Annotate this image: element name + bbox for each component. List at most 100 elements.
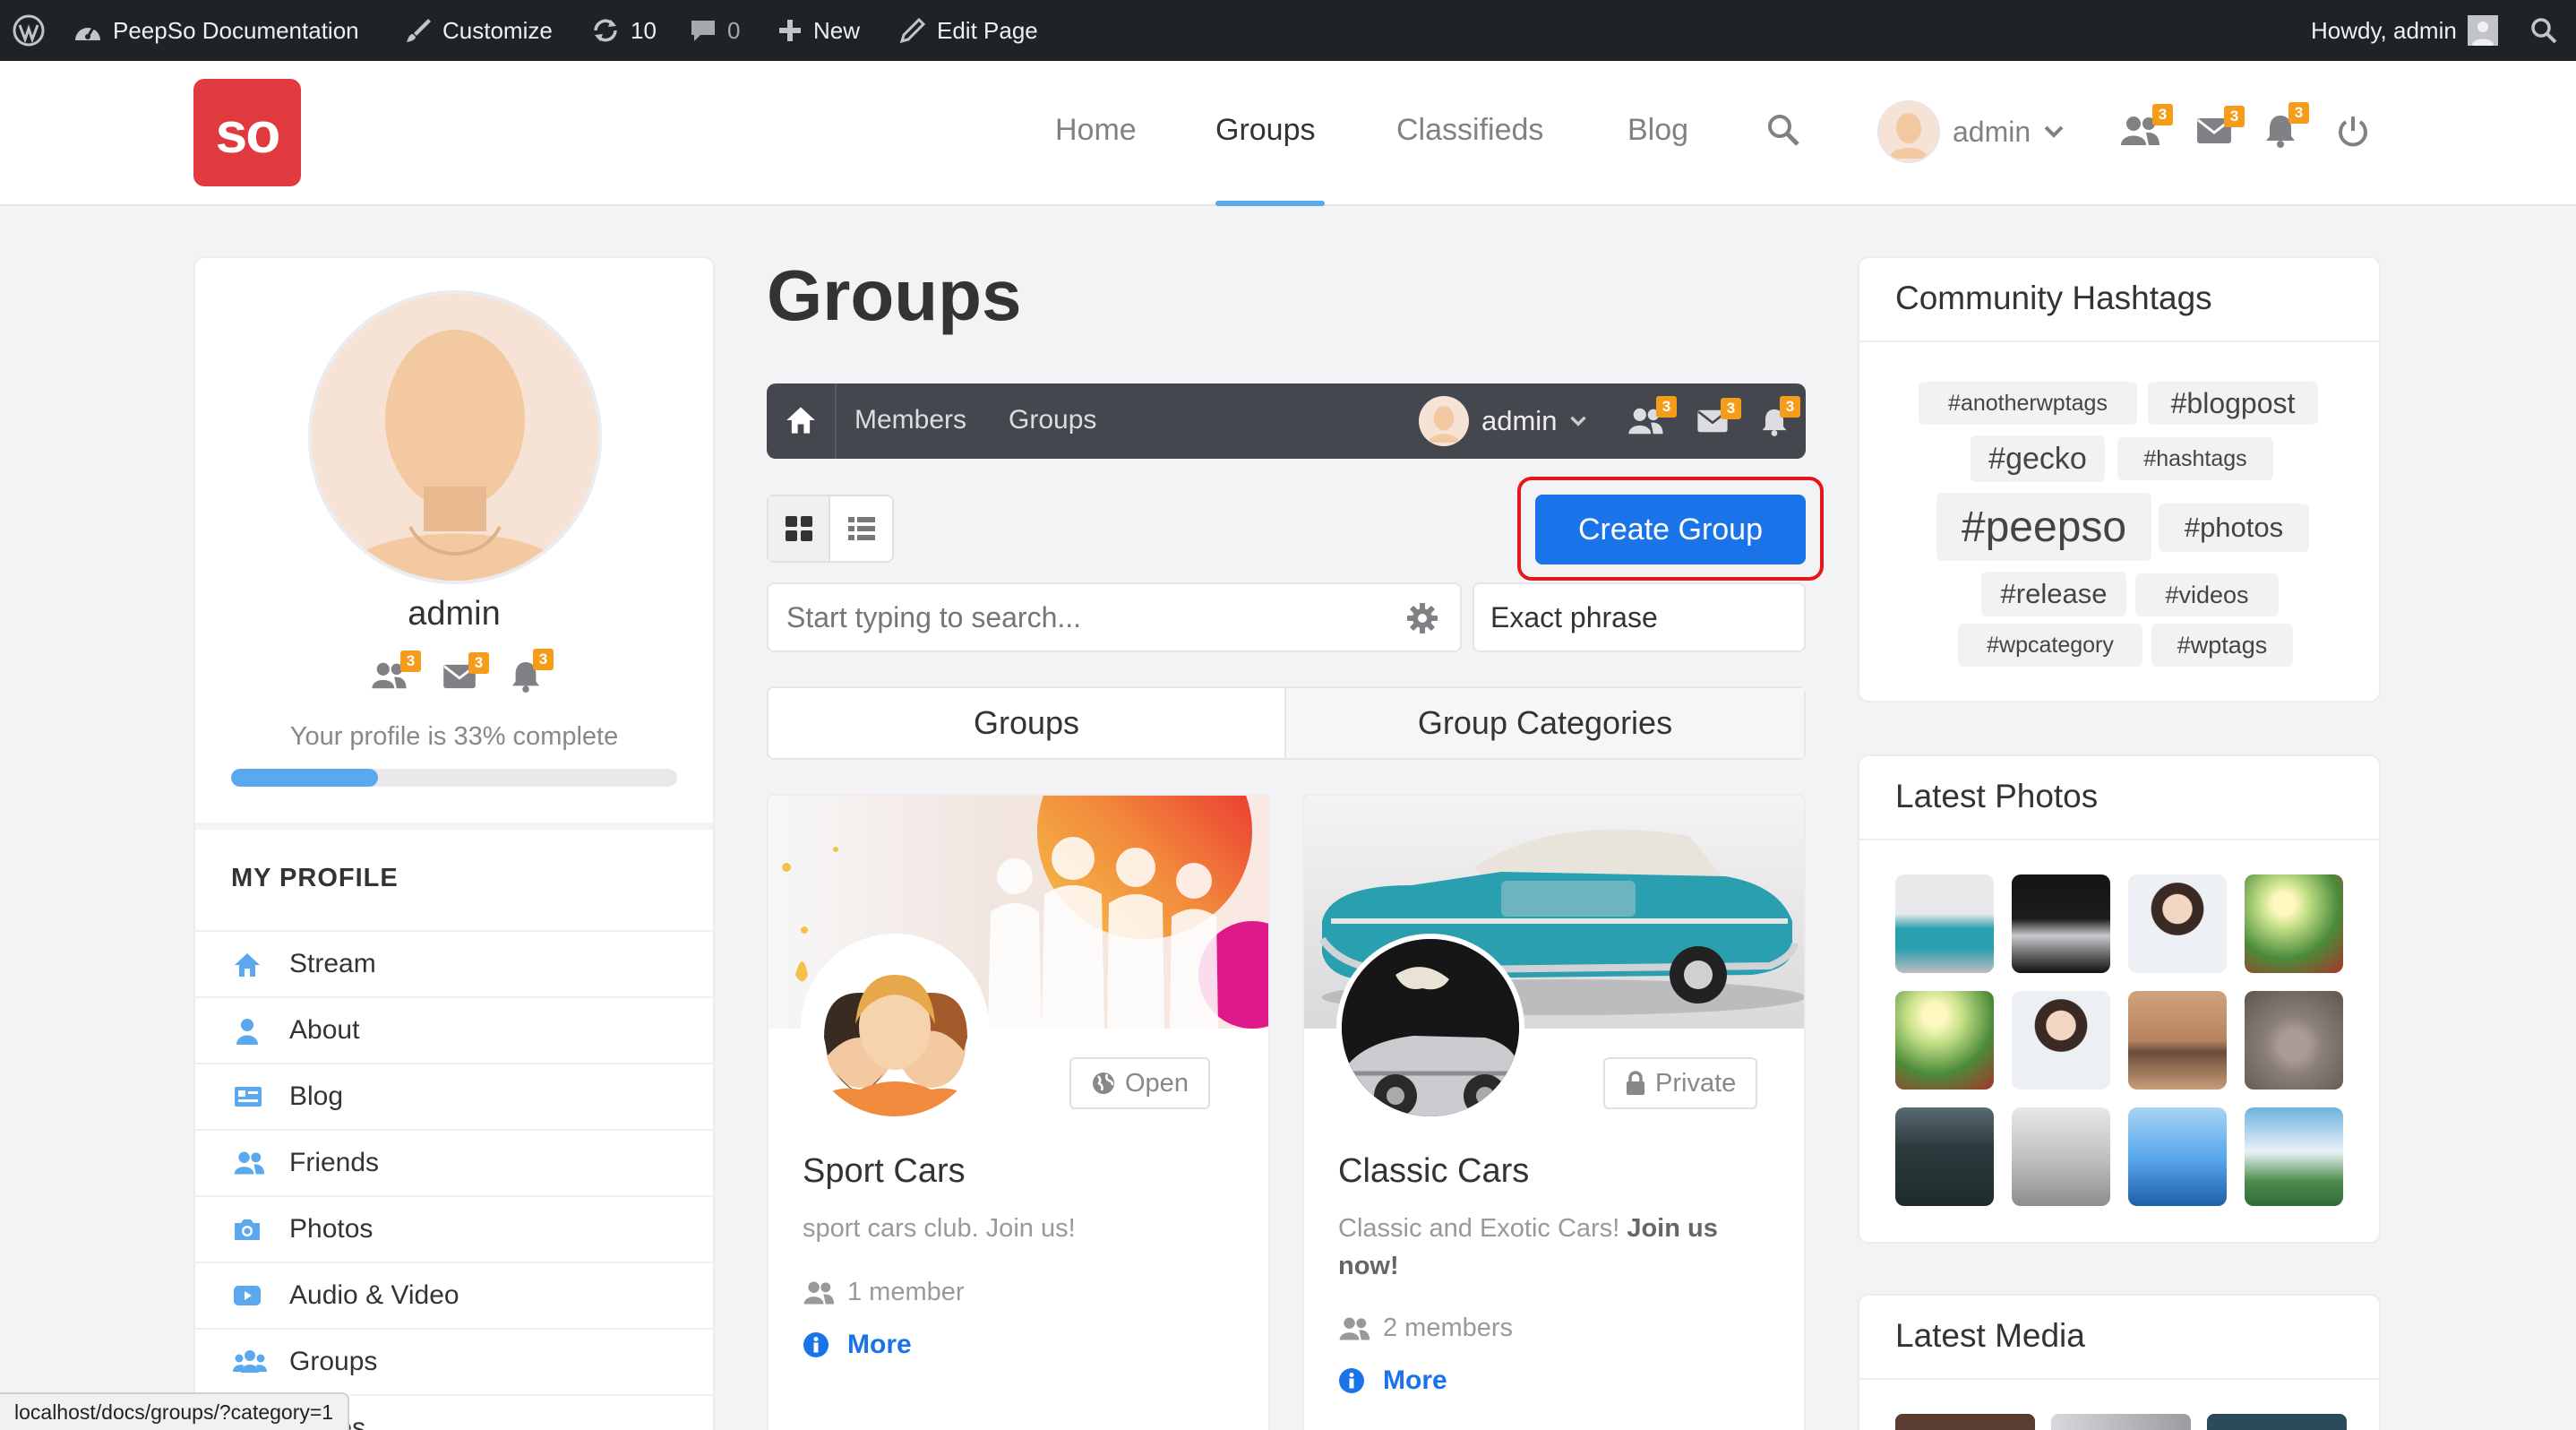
menu-item-groups[interactable]: Groups — [195, 1328, 713, 1394]
profile-friends-icon[interactable]: 3 — [369, 650, 421, 690]
logo-text: SO — [215, 100, 281, 165]
site-logo[interactable]: SO — [193, 79, 301, 186]
menu-item-label: Stream — [289, 949, 376, 978]
latest-photo-9[interactable] — [1895, 1107, 1994, 1206]
page-title: Groups — [767, 255, 1022, 335]
nav-classifieds[interactable]: Classifieds — [1396, 113, 1543, 148]
nav-home[interactable]: Home — [1055, 113, 1137, 148]
wordpress-logo-icon[interactable] — [13, 0, 45, 61]
group-privacy-label: Open — [1125, 1068, 1189, 1098]
search-mode-select[interactable]: Exact phrase — [1473, 582, 1806, 652]
search-input[interactable] — [769, 584, 1378, 650]
latest-photo-11[interactable] — [2128, 1107, 2227, 1206]
status-url: localhost/docs/groups/?category=1 — [14, 1400, 334, 1424]
updates-link[interactable]: 10 — [591, 0, 657, 61]
profile-messages-icon[interactable]: 3 — [442, 652, 489, 690]
group-card-sport-cars[interactable]: Open Sport Cars sport cars club. Join us… — [767, 794, 1270, 1430]
menu-item-friends[interactable]: Friends — [195, 1129, 713, 1195]
comments-link[interactable]: 0 — [690, 0, 740, 61]
updates-count: 10 — [631, 16, 657, 44]
browser-status-bar: localhost/docs/groups/?category=1 — [0, 1392, 350, 1430]
new-content-link[interactable]: New — [777, 0, 860, 61]
toolbar-members-link[interactable]: Members — [854, 405, 966, 435]
site-name-link[interactable]: PeepSo Documentation — [73, 0, 359, 61]
group-more-link[interactable]: More — [803, 1330, 912, 1360]
header-notifications-icon[interactable]: 3 — [2264, 102, 2309, 149]
toolbar-home-icon[interactable] — [785, 405, 817, 435]
nav-blog[interactable]: Blog — [1627, 113, 1688, 148]
menu-item-stream[interactable]: Stream — [195, 930, 713, 996]
nav-groups[interactable]: Groups — [1215, 113, 1316, 148]
tab-group-categories-label: Group Categories — [1417, 704, 1673, 741]
comments-count: 0 — [727, 16, 741, 44]
header-user-menu[interactable]: admin — [1877, 100, 2065, 163]
menu-item-blog[interactable]: Blog — [195, 1063, 713, 1129]
toolbar-notifications-icon[interactable]: 3 — [1761, 396, 1800, 437]
edit-page-link[interactable]: Edit Page — [899, 0, 1038, 61]
info-icon — [803, 1331, 829, 1358]
toolbar-messages-icon[interactable]: 3 — [1696, 398, 1741, 434]
menu-item-audio-video[interactable]: Audio & Video — [195, 1262, 713, 1328]
latest-photo-2[interactable] — [2012, 874, 2110, 973]
profile-name[interactable]: admin — [195, 595, 713, 633]
profile-notifications-badge: 3 — [533, 649, 554, 670]
tab-groups[interactable]: Groups — [769, 688, 1286, 758]
latest-photo-12[interactable] — [2245, 1107, 2343, 1206]
latest-media-1[interactable] — [1895, 1414, 2035, 1430]
hashtag-hashtags[interactable]: #hashtags — [2117, 437, 2273, 480]
tab-group-categories[interactable]: Group Categories — [1286, 688, 1804, 758]
wp-admin-bar: PeepSo Documentation Customize 10 0 New … — [0, 0, 2576, 61]
latest-media-2[interactable] — [2051, 1414, 2191, 1430]
latest-photo-3[interactable] — [2128, 874, 2227, 973]
hashtag-videos[interactable]: #videos — [2135, 573, 2279, 616]
profile-notifications-icon[interactable]: 3 — [511, 649, 554, 693]
toolbar-groups-link[interactable]: Groups — [1009, 405, 1096, 435]
camera-icon — [233, 1217, 262, 1242]
hashtag-photos[interactable]: #photos — [2159, 504, 2309, 552]
search-mode-value: Exact phrase — [1490, 600, 1658, 633]
toolbar-user-menu[interactable]: admin — [1419, 396, 1587, 446]
menu-item-label: Blog — [289, 1081, 344, 1111]
hashtag-wptags[interactable]: #wptags — [2151, 624, 2293, 667]
latest-photo-5[interactable] — [1895, 991, 1994, 1090]
search-settings-gear-icon[interactable] — [1406, 602, 1438, 634]
plus-icon — [777, 18, 803, 43]
group-avatar-classic-cars — [1336, 934, 1524, 1122]
home-icon — [233, 952, 262, 978]
latest-photo-8[interactable] — [2245, 991, 2343, 1090]
howdy-label: Howdy, admin — [2311, 16, 2457, 44]
profile-avatar[interactable] — [308, 290, 602, 584]
menu-item-label: Groups — [289, 1347, 378, 1376]
header-search-icon[interactable] — [1766, 113, 1800, 147]
grid-view-button[interactable] — [769, 496, 831, 561]
toolbar-friends-icon[interactable]: 3 — [1627, 396, 1677, 435]
group-name[interactable]: Classic Cars — [1338, 1152, 1529, 1191]
my-account-link[interactable]: Howdy, admin — [2311, 0, 2498, 61]
latest-photo-10[interactable] — [2012, 1107, 2110, 1206]
header-messages-icon[interactable]: 3 — [2196, 106, 2245, 145]
group-more-link[interactable]: More — [1338, 1365, 1447, 1396]
hashtag-peepso[interactable]: #peepso — [1936, 493, 2151, 561]
header-friends-icon[interactable]: 3 — [2119, 104, 2173, 147]
hashtag-anotherwptags[interactable]: #anotherwptags — [1919, 382, 2137, 425]
menu-item-about[interactable]: About — [195, 996, 713, 1063]
group-card-classic-cars[interactable]: Private Classic Cars Classic and Exotic … — [1302, 794, 1806, 1430]
customize-link[interactable]: Customize — [405, 0, 553, 61]
latest-media-3[interactable] — [2207, 1414, 2347, 1430]
menu-item-photos[interactable]: Photos — [195, 1195, 713, 1262]
group-name[interactable]: Sport Cars — [803, 1152, 966, 1191]
create-group-button[interactable]: Create Group — [1535, 495, 1806, 564]
adminbar-search-icon[interactable] — [2529, 0, 2558, 61]
group-members-count[interactable]: 1 member — [803, 1278, 965, 1307]
hashtag-release[interactable]: #release — [1981, 572, 2126, 616]
latest-photo-6[interactable] — [2012, 991, 2110, 1090]
hashtag-gecko[interactable]: #gecko — [1971, 435, 2105, 482]
latest-photo-4[interactable] — [2245, 874, 2343, 973]
latest-photo-1[interactable] — [1895, 874, 1994, 973]
hashtag-wpcategory[interactable]: #wpcategory — [1958, 624, 2142, 667]
hashtag-blogpost[interactable]: #blogpost — [2148, 382, 2318, 425]
group-members-count[interactable]: 2 members — [1338, 1314, 1513, 1343]
logout-power-icon[interactable] — [2336, 115, 2370, 149]
list-view-button[interactable] — [830, 496, 892, 561]
latest-photo-7[interactable] — [2128, 991, 2227, 1090]
